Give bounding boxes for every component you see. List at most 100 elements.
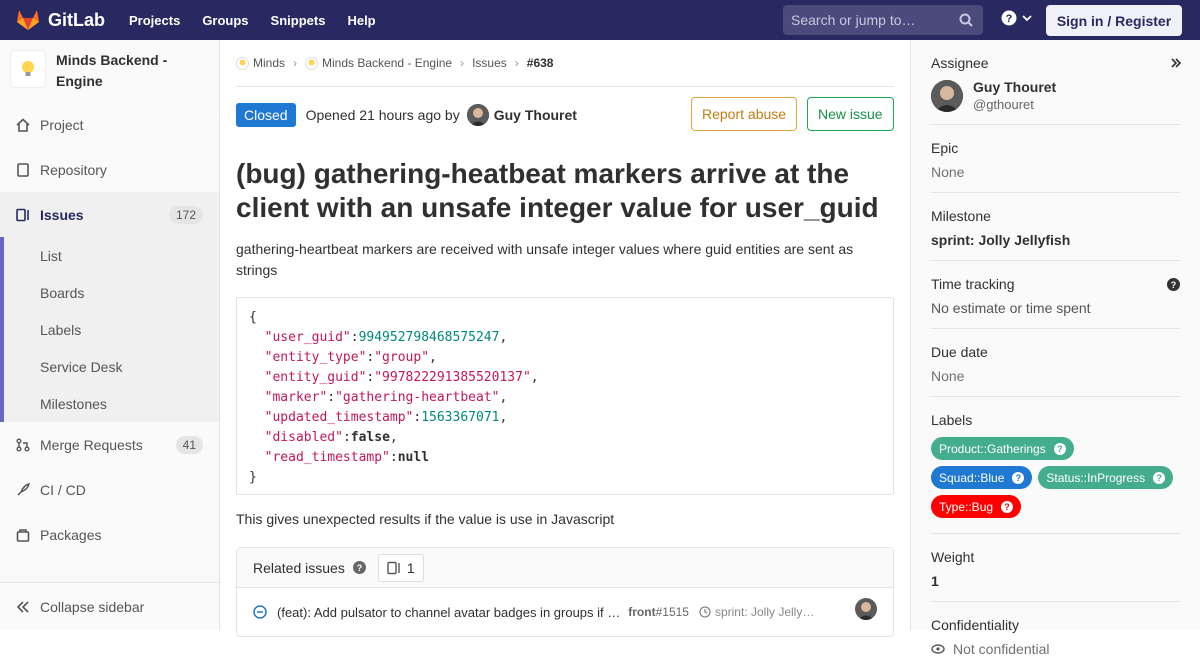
sidebar-item-label: Repository — [40, 161, 107, 178]
issue-description-footer: This gives unexpected results if the val… — [236, 511, 615, 527]
search-box[interactable] — [783, 5, 983, 35]
double-chevron-right-icon[interactable] — [1170, 57, 1182, 69]
double-chevron-left-icon — [16, 600, 29, 613]
label-status-inprogress[interactable]: Status::InProgress? — [1038, 466, 1174, 489]
epic-value: None — [931, 164, 965, 180]
milestone-title: Milestone — [931, 208, 991, 224]
code-value: "gathering-heartbeat" — [335, 390, 500, 405]
gitlab-logo[interactable]: GitLab — [16, 9, 105, 31]
issues-icon — [16, 208, 29, 221]
sidebar-subitem-milestones[interactable]: Milestones — [4, 385, 219, 422]
labels-title: Labels — [931, 412, 973, 428]
lightbulb-icon — [22, 61, 35, 76]
package-icon — [16, 528, 30, 542]
sidebar-item-issues[interactable]: Issues 172 — [0, 192, 219, 237]
due-date-block: Due date None — [931, 329, 1180, 397]
weight-title: Weight — [931, 549, 975, 565]
nav-projects[interactable]: Projects — [129, 13, 180, 28]
sidebar-item-label: Issues — [40, 206, 84, 223]
related-issue-project: front — [628, 605, 656, 619]
closed-issue-icon — [253, 605, 267, 619]
time-tracking-title: Time tracking — [931, 276, 1015, 292]
question-icon[interactable]: ? — [1153, 471, 1166, 484]
breadcrumb-issues[interactable]: Issues — [472, 56, 507, 70]
author-avatar[interactable] — [466, 104, 489, 126]
assignee-name: Guy Thouret — [973, 79, 1057, 95]
epic-block: Epic None — [931, 125, 1180, 193]
sidebar-subitem-boards[interactable]: Boards — [4, 274, 219, 311]
author-name[interactable]: Guy Thouret — [494, 107, 577, 123]
sidebar-subitem-service-desk[interactable]: Service Desk — [4, 348, 219, 385]
nav-help[interactable]: Help — [347, 13, 375, 28]
related-issue-milestone: sprint: Jolly Jelly… — [699, 605, 814, 619]
issue-sidebar: Assignee Guy Thouret @gthouret Epic None… — [910, 40, 1200, 657]
sidebar-item-merge-requests[interactable]: Merge Requests 41 — [0, 422, 219, 467]
merge-icon — [16, 438, 30, 451]
code-value: 1563367071 — [421, 410, 500, 425]
label-type-bug[interactable]: Type::Bug? — [931, 495, 1022, 518]
question-icon[interactable]: ? — [1053, 442, 1066, 455]
breadcrumb: Minds › Minds Backend - Engine › Issues … — [236, 40, 894, 87]
sign-in-button[interactable]: Sign in / Register — [1046, 5, 1182, 36]
help-dropdown[interactable]: ? — [1001, 10, 1033, 26]
sidebar-item-packages[interactable]: Packages — [0, 512, 219, 557]
code-value: "997822291385520137" — [374, 370, 531, 385]
label-product-gatherings[interactable]: Product::Gatherings? — [931, 437, 1074, 460]
related-milestone-text: sprint: Jolly Jelly… — [714, 605, 815, 619]
group-avatar-icon — [236, 56, 249, 70]
milestone-value[interactable]: sprint: Jolly Jellyfish — [931, 232, 1180, 248]
related-issues-title: Related issues — [253, 559, 345, 576]
clock-icon — [699, 606, 711, 618]
sidebar-item-ci-cd[interactable]: CI / CD — [0, 467, 219, 512]
breadcrumb-project[interactable]: Minds Backend - Engine — [322, 56, 452, 70]
related-assignee-avatar[interactable] — [855, 598, 877, 620]
chevron-down-icon — [1022, 15, 1032, 22]
assignee-avatar — [931, 79, 963, 112]
milestone-block: Milestone sprint: Jolly Jellyfish — [931, 193, 1180, 261]
sidebar-item-label: Project — [40, 116, 84, 133]
related-issue-row[interactable]: (feat): Add pulsator to channel avatar b… — [237, 588, 893, 636]
svg-text:?: ? — [1006, 13, 1013, 25]
tanuki-icon — [17, 10, 39, 30]
time-tracking-block: Time tracking ? No estimate or time spen… — [931, 261, 1180, 329]
report-abuse-button[interactable]: Report abuse — [691, 97, 798, 131]
code-value: 994952798468575247 — [358, 330, 500, 345]
confidentiality-block: Confidentiality Not confidential — [931, 602, 1180, 669]
question-icon[interactable]: ? — [1001, 500, 1014, 513]
label-text: Product::Gatherings — [939, 441, 1046, 456]
sidebar-subitem-list[interactable]: List — [4, 237, 219, 274]
related-issues-panel: Related issues ? 1 (feat): Add pulsator … — [236, 547, 894, 637]
sidebar-item-label: Packages — [40, 526, 102, 543]
assignee-user[interactable]: Guy Thouret @gthouret — [931, 79, 1180, 112]
label-text: Squad::Blue — [939, 470, 1005, 485]
new-issue-button[interactable]: New issue — [807, 97, 894, 131]
related-issue-title[interactable]: (feat): Add pulsator to channel avatar b… — [277, 605, 620, 620]
sidebar-item-label: Merge Requests — [40, 436, 143, 453]
question-icon[interactable]: ? — [1012, 471, 1025, 484]
issues-count: 172 — [168, 205, 203, 224]
question-icon[interactable]: ? — [352, 561, 366, 574]
epic-title: Epic — [931, 140, 959, 156]
project-sidebar: Minds Backend - Engine Project Repositor… — [0, 40, 220, 630]
related-issues-header: Related issues ? 1 — [237, 548, 893, 588]
assignee-info: Guy Thouret @gthouret — [973, 79, 1056, 112]
breadcrumb-issue-id[interactable]: #638 — [527, 56, 554, 70]
code-value: false — [350, 430, 390, 445]
time-tracking-value: No estimate or time spent — [931, 300, 1091, 316]
label-squad-blue[interactable]: Squad::Blue? — [931, 466, 1033, 489]
nav-snippets[interactable]: Snippets — [271, 13, 326, 28]
question-icon[interactable]: ? — [1167, 278, 1180, 291]
due-date-value: None — [931, 368, 965, 384]
eye-icon — [931, 644, 945, 654]
sidebar-item-project[interactable]: Project — [0, 102, 219, 147]
nav-groups[interactable]: Groups — [202, 13, 248, 28]
assignee-handle: @gthouret — [973, 97, 1034, 112]
project-name: Minds Backend - Engine — [56, 52, 168, 89]
breadcrumb-group[interactable]: Minds — [253, 56, 285, 70]
search-icon — [959, 13, 973, 27]
collapse-sidebar-button[interactable]: Collapse sidebar — [0, 582, 219, 630]
sidebar-item-repository[interactable]: Repository — [0, 147, 219, 192]
sidebar-project[interactable]: Minds Backend - Engine — [0, 40, 219, 102]
search-input[interactable] — [791, 12, 951, 28]
sidebar-subitem-labels[interactable]: Labels — [4, 311, 219, 348]
